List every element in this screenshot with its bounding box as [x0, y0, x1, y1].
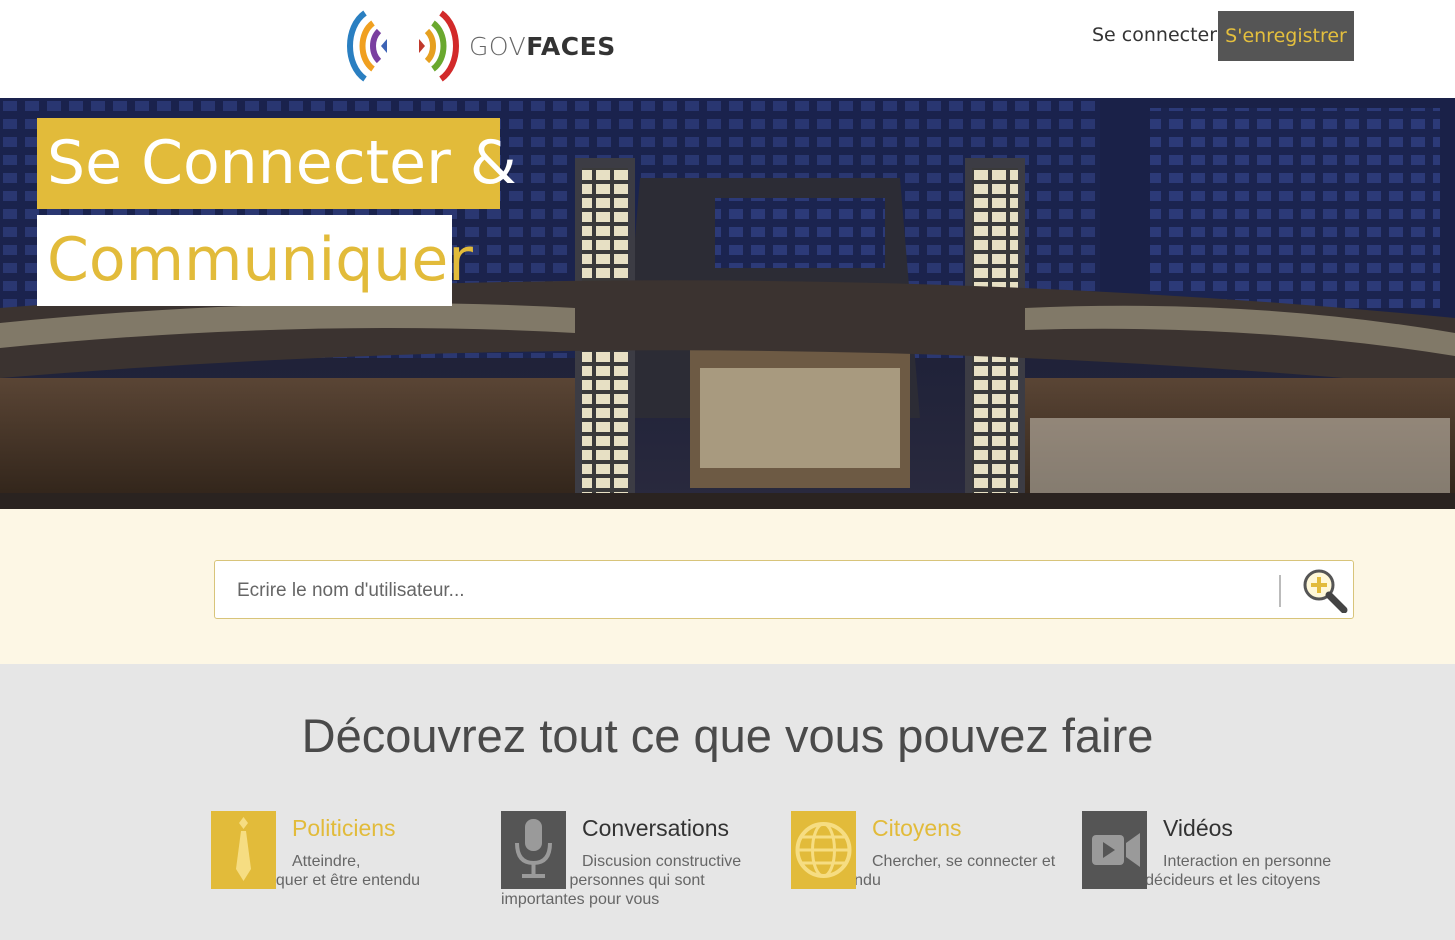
hero-banner: Se Connecter & Communiquer [0, 98, 1455, 509]
login-link[interactable]: Se connecter [1092, 24, 1217, 46]
faces-logo-icon [347, 10, 459, 82]
search-bar [214, 560, 1354, 620]
search-divider [1279, 575, 1281, 607]
logo-gov-text: GOV [469, 31, 527, 61]
features-section: Découvrez tout ce que vous pouvez faire … [0, 664, 1455, 940]
headline-line1: Se Connecter & [37, 118, 517, 209]
search-section [0, 509, 1455, 664]
features-title: Découvrez tout ce que vous pouvez faire [301, 709, 1154, 762]
feature-title: Politiciens [292, 815, 396, 841]
video-camera-icon [1082, 811, 1147, 889]
top-header: GOVFACES Se connecter S'enregistrer [0, 0, 1455, 98]
feature-title: Vidéos [1163, 815, 1233, 841]
username-search-input[interactable] [235, 561, 1269, 620]
globe-icon [791, 811, 856, 889]
zoom-search-icon[interactable] [1299, 567, 1349, 613]
feature-citoyens[interactable]: Citoyens Chercher, se connecter et être … [791, 811, 1061, 890]
register-button[interactable]: S'enregistrer [1218, 11, 1354, 61]
logo-faces-text: FACES [526, 31, 616, 61]
headline-line2: Communiquer [37, 215, 473, 306]
feature-politiciens[interactable]: Politiciens Atteindre, communiquer et êt… [211, 811, 481, 890]
feature-title: Conversations [582, 815, 730, 841]
feature-videos[interactable]: Vidéos Interaction en personne avec les … [1082, 811, 1352, 890]
tie-icon [211, 811, 276, 889]
feature-title: Citoyens [872, 815, 962, 841]
logo-wordmark: GOVFACES [469, 32, 616, 61]
govfaces-logo[interactable]: GOVFACES [343, 9, 616, 83]
microphone-icon [501, 811, 566, 889]
feature-conversations[interactable]: Conversations Discusion constructive ave… [501, 811, 771, 909]
